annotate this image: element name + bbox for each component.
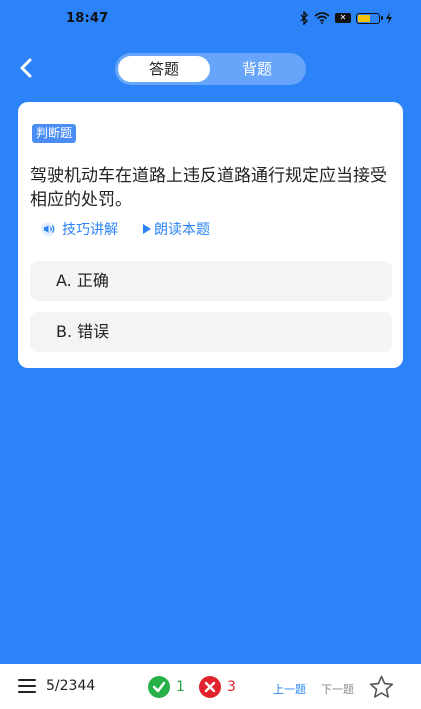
question-tools: 技巧讲解 朗读本题 <box>40 219 210 239</box>
tab-recite[interactable]: 背题 <box>211 56 303 82</box>
mode-switch: 答题 背题 <box>115 53 306 85</box>
cross-circle-icon <box>199 676 221 698</box>
question-type-badge: 判断题 <box>32 124 77 143</box>
wrong-count: 3 <box>199 676 236 698</box>
correct-count-value: 1 <box>176 679 185 695</box>
next-question-button[interactable]: 下一题 <box>321 681 354 697</box>
question-text: 驾驶机动车在道路上违反道路通行规定应当接受相应的处罚。 <box>30 166 387 210</box>
question-card: 判断题 驾驶机动车在道路上违反道路通行规定应当接受相应的处罚。 技巧讲解 朗读本… <box>18 102 403 368</box>
option-a[interactable]: A. 正确 <box>30 261 392 301</box>
charging-icon <box>386 12 392 24</box>
battery-fill <box>358 14 371 22</box>
wrong-count-value: 3 <box>227 679 236 695</box>
speaker-icon <box>41 222 55 236</box>
read-aloud-link[interactable]: 朗读本题 <box>142 219 210 239</box>
chevron-left-icon <box>20 58 32 78</box>
status-bar: 18:47 ✕ <box>0 0 421 38</box>
option-b-label: B. 错误 <box>56 322 110 341</box>
option-a-label: A. 正确 <box>56 271 109 290</box>
question-progress: 5/2344 <box>46 678 96 694</box>
read-aloud-label: 朗读本题 <box>154 222 210 238</box>
back-button[interactable] <box>10 52 42 84</box>
tips-explain-label: 技巧讲解 <box>62 222 118 238</box>
play-icon <box>143 224 151 234</box>
tab-answer[interactable]: 答题 <box>118 56 210 82</box>
tips-explain-link[interactable]: 技巧讲解 <box>40 219 118 239</box>
check-circle-icon <box>148 676 170 698</box>
bluetooth-icon <box>300 11 308 25</box>
status-time: 18:47 <box>66 11 109 26</box>
wifi-icon <box>314 12 330 24</box>
battery-cap <box>381 15 383 20</box>
star-icon[interactable] <box>369 675 394 699</box>
battery-icon <box>356 12 383 24</box>
status-icons: ✕ <box>299 11 393 25</box>
bottom-bar: 5/2344 1 3 上一题 下一题 <box>0 664 421 709</box>
prev-question-button[interactable]: 上一题 <box>273 681 306 697</box>
correct-count: 1 <box>148 676 185 698</box>
option-b[interactable]: B. 错误 <box>30 312 392 352</box>
menu-icon[interactable] <box>18 679 36 693</box>
sim-icon: ✕ <box>335 13 351 23</box>
